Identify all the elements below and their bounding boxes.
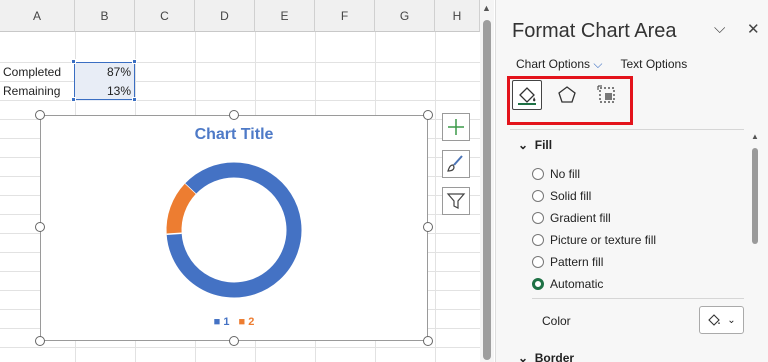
filter-icon — [446, 193, 466, 209]
chart-styles-button[interactable] — [442, 150, 470, 178]
radio-solid-fill[interactable]: Solid fill — [532, 189, 591, 203]
paint-bucket-icon — [708, 314, 721, 326]
column-header-c[interactable]: C — [135, 0, 195, 32]
resize-handle[interactable] — [423, 110, 433, 120]
color-picker-button[interactable]: ⌄ — [699, 306, 744, 334]
resize-handle[interactable] — [423, 222, 433, 232]
resize-handle[interactable] — [229, 336, 239, 346]
selection-handle[interactable] — [71, 59, 76, 64]
tab-chart-options[interactable]: Chart Options ⌵ — [516, 57, 603, 72]
radio-circle — [532, 234, 544, 246]
cell-a-remaining[interactable]: Remaining — [3, 81, 60, 101]
resize-handle[interactable] — [229, 110, 239, 120]
radio-picture-texture-fill[interactable]: Picture or texture fill — [532, 233, 656, 247]
sheet-scrollbar[interactable]: ▲ — [480, 0, 494, 362]
chevron-down-icon: ⌄ — [518, 351, 529, 362]
border-section-header[interactable]: ⌄ Border — [518, 351, 574, 362]
scroll-up-icon[interactable]: ▲ — [751, 132, 759, 141]
radio-circle — [532, 256, 544, 268]
column-header-g[interactable]: G — [375, 0, 435, 32]
highlight-box — [507, 76, 633, 125]
excel-window: A B C D E F G H Completed 87% Remaining — [0, 0, 768, 362]
column-header-a[interactable]: A — [0, 0, 75, 32]
donut-chart[interactable] — [41, 116, 429, 342]
radio-circle — [532, 212, 544, 224]
selection-handle[interactable] — [132, 97, 137, 102]
column-header-d[interactable]: D — [195, 0, 255, 32]
radio-gradient-fill[interactable]: Gradient fill — [532, 211, 611, 225]
pane-title: Format Chart Area — [512, 20, 677, 42]
column-header-f[interactable]: F — [315, 0, 375, 32]
pane-scrollbar[interactable]: ▲ — [750, 130, 760, 362]
scroll-up-icon[interactable]: ▲ — [482, 3, 491, 13]
radio-circle-selected — [532, 278, 544, 290]
fill-section-header[interactable]: ⌄ Fill — [518, 138, 552, 152]
slice-separator — [166, 232, 182, 235]
donut-slice-2[interactable] — [166, 183, 196, 235]
resize-handle[interactable] — [35, 336, 45, 346]
resize-handle[interactable] — [423, 336, 433, 346]
scrollbar-thumb[interactable] — [752, 148, 758, 244]
selection-handle[interactable] — [71, 97, 76, 102]
column-header-b[interactable]: B — [75, 0, 135, 32]
column-header-h[interactable]: H — [435, 0, 480, 32]
radio-automatic[interactable]: Automatic — [532, 277, 603, 291]
selection-range — [74, 62, 135, 100]
chart-legend[interactable]: ■ 1 ■ 2 — [41, 316, 427, 328]
radio-no-fill[interactable]: No fill — [532, 167, 580, 181]
chevron-down-icon: ⌵ — [593, 57, 603, 71]
cell-a-completed[interactable]: Completed — [3, 62, 61, 82]
legend-swatch-1: ■ — [213, 316, 221, 328]
legend-label-2: 2 — [248, 316, 255, 328]
legend-swatch-2: ■ — [238, 316, 246, 328]
radio-pattern-fill[interactable]: Pattern fill — [532, 255, 603, 269]
chart-filters-button[interactable] — [442, 187, 470, 215]
chevron-down-icon: ⌄ — [727, 314, 736, 326]
scrollbar-thumb[interactable] — [483, 20, 491, 360]
selection-handle[interactable] — [132, 59, 137, 64]
donut-slice-1[interactable] — [166, 162, 302, 298]
color-label: Color — [542, 314, 571, 328]
pane-options-chevron-icon[interactable]: ⌵ — [714, 20, 725, 37]
radio-circle — [532, 190, 544, 202]
tab-text-options[interactable]: Text Options — [621, 57, 688, 72]
radio-circle — [532, 168, 544, 180]
chevron-down-icon: ⌄ — [518, 138, 529, 152]
column-header-e[interactable]: E — [255, 0, 315, 32]
close-icon[interactable]: ✕ — [747, 20, 760, 38]
legend-label-1: 1 — [223, 316, 230, 328]
resize-handle[interactable] — [35, 222, 45, 232]
brush-icon — [447, 155, 463, 172]
chart-area[interactable]: Chart Title ■ 1 ■ 2 — [40, 115, 428, 341]
resize-handle[interactable] — [35, 110, 45, 120]
chart-elements-button[interactable] — [442, 113, 470, 141]
plus-icon — [448, 119, 464, 135]
